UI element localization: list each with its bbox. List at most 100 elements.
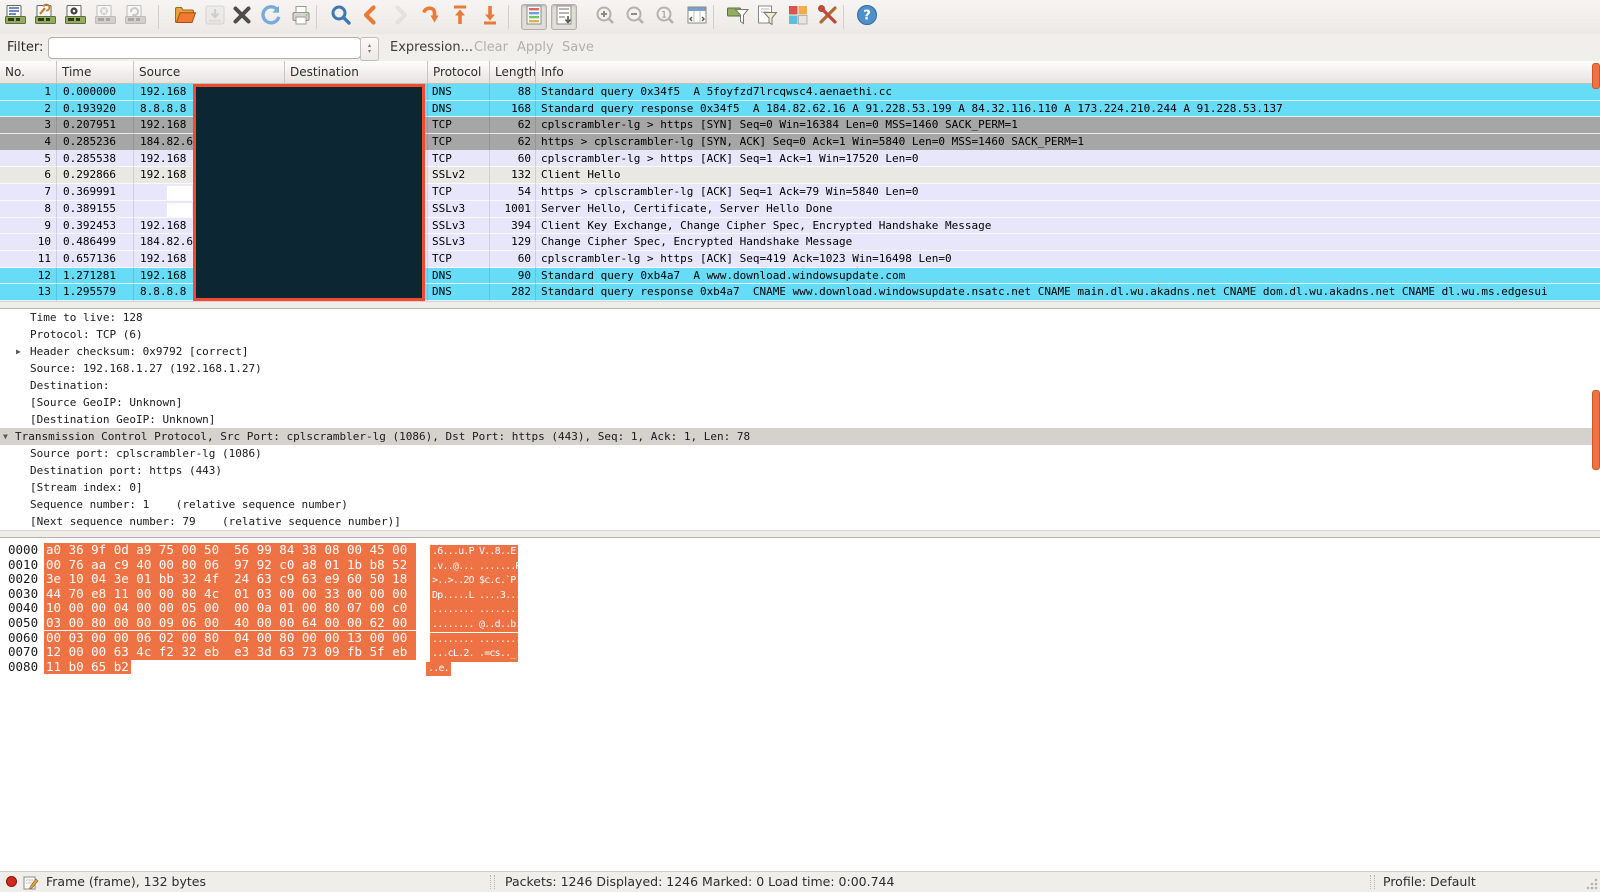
hex-row[interactable]: 0000a0 36 9f 0d a9 75 00 50 56 99 84 38 … — [0, 543, 1600, 558]
column-header-source[interactable]: Source — [134, 61, 285, 84]
capture-filter-button[interactable] — [725, 4, 751, 30]
start-capture-button[interactable] — [63, 4, 89, 30]
hex-bytes[interactable]: 44 70 e8 11 00 00 80 4c 01 03 00 00 33 0… — [44, 587, 416, 602]
detail-line[interactable]: Time to live: 128 — [0, 309, 1600, 326]
go-to-packet-icon — [418, 3, 442, 31]
hex-bytes[interactable]: 00 03 00 00 06 02 00 80 04 00 80 00 00 1… — [44, 631, 416, 646]
detail-line[interactable]: [Stream index: 0] — [0, 479, 1600, 496]
hex-row[interactable]: 003044 70 e8 11 00 00 80 4c 01 03 00 00 … — [0, 587, 1600, 602]
capture-filter-icon — [726, 3, 750, 31]
detail-line[interactable]: Sequence number: 1 (relative sequence nu… — [0, 496, 1600, 513]
colorize-icon — [522, 3, 546, 31]
capture-options-button[interactable] — [33, 4, 59, 30]
hex-bytes[interactable]: 11 b0 65 b2 — [44, 660, 131, 675]
detail-line[interactable]: ▶Header checksum: 0x9792 [correct] — [0, 343, 1600, 360]
hex-row[interactable]: 005003 00 80 00 00 09 06 00 40 00 00 64 … — [0, 616, 1600, 631]
cell-length: 62 — [490, 134, 536, 151]
filter-stepper[interactable]: ▴▾ — [360, 37, 379, 61]
pane-splitter[interactable] — [0, 301, 1600, 308]
hex-bytes[interactable]: 12 00 00 63 4c f2 32 eb e3 3d 63 73 09 f… — [44, 645, 416, 660]
hex-row[interactable]: 008011 b0 65 b2..e. — [0, 660, 1600, 675]
hex-bytes[interactable]: 00 76 aa c9 40 00 80 06 97 92 c0 a8 01 1… — [44, 558, 416, 573]
column-header-destination[interactable]: Destination — [285, 61, 428, 84]
cell-no: 2 — [0, 101, 57, 118]
go-to-packet-button[interactable] — [417, 4, 443, 30]
hex-bytes[interactable]: 10 00 00 04 00 00 05 00 00 0a 01 00 80 0… — [44, 601, 416, 616]
clear-button[interactable]: Clear — [474, 40, 508, 55]
zoom-out-button[interactable] — [622, 4, 648, 30]
zoom-in-button[interactable] — [592, 4, 618, 30]
detail-line[interactable]: Source: 192.168.1.27 (192.168.1.27) — [0, 360, 1600, 377]
hex-row[interactable]: 001000 76 aa c9 40 00 80 06 97 92 c0 a8 … — [0, 558, 1600, 573]
preferences-button[interactable] — [815, 4, 841, 30]
display-filter-button[interactable] — [754, 4, 780, 30]
zoom-100-button[interactable]: 1 — [652, 4, 678, 30]
save-filter-button[interactable]: Save — [562, 40, 594, 55]
cell-no: 7 — [0, 184, 57, 201]
colorize-button[interactable] — [521, 4, 547, 30]
column-header-no[interactable]: No. — [0, 61, 57, 84]
hex-bytes[interactable]: a0 36 9f 0d a9 75 00 50 56 99 84 38 08 0… — [44, 543, 416, 558]
autoscroll-button[interactable] — [551, 4, 577, 30]
coloring-rules-button[interactable] — [785, 4, 811, 30]
column-header-time[interactable]: Time — [57, 61, 134, 84]
column-header-info[interactable]: Info — [536, 61, 1600, 84]
detail-line[interactable]: [Next sequence number: 79 (relative sequ… — [0, 513, 1600, 530]
detail-line[interactable]: ▼Transmission Control Protocol, Src Port… — [0, 428, 1600, 445]
hex-row[interactable]: 004010 00 00 04 00 00 05 00 00 0a 01 00 … — [0, 601, 1600, 616]
detail-line[interactable]: Destination port: https (443) — [0, 462, 1600, 479]
reload-button[interactable] — [258, 4, 284, 30]
capture-comment-icon[interactable] — [23, 875, 39, 891]
go-back-button[interactable] — [358, 4, 384, 30]
svg-text:?: ? — [863, 9, 871, 24]
detail-line[interactable]: Destination: — [0, 377, 1600, 394]
cell-info: Standard query response 0xb4a7 CNAME www… — [536, 284, 1600, 301]
cell-info: Standard query response 0x34f5 A 184.82.… — [536, 101, 1600, 118]
cell-protocol: TCP — [428, 184, 490, 201]
detail-line[interactable]: [Source GeoIP: Unknown] — [0, 394, 1600, 411]
detail-line[interactable]: Protocol: TCP (6) — [0, 326, 1600, 343]
resize-grip[interactable] — [1586, 878, 1598, 890]
expander-open-icon[interactable]: ▼ — [3, 428, 8, 445]
help-button[interactable]: ? — [854, 4, 880, 30]
cell-no: 13 — [0, 284, 57, 301]
hex-bytes[interactable]: 3e 10 04 3e 01 bb 32 4f 24 63 c9 63 e9 6… — [44, 572, 416, 587]
hex-ascii[interactable]: ..e. — [426, 662, 451, 677]
go-to-bottom-icon — [478, 3, 502, 31]
cell-time: 0.285538 — [57, 151, 134, 168]
go-to-top-button[interactable] — [447, 4, 473, 30]
stop-capture-icon — [94, 3, 118, 31]
cell-time: 0.285236 — [57, 134, 134, 151]
find-packet-button[interactable] — [328, 4, 354, 30]
expander-closed-icon[interactable]: ▶ — [16, 343, 21, 360]
hex-offset: 0040 — [8, 601, 42, 616]
cell-length: 60 — [490, 151, 536, 168]
status-bar: Frame (frame), 132 bytes Packets: 1246 D… — [0, 871, 1600, 892]
cell-time: 1.295579 — [57, 284, 134, 301]
list-interfaces-button[interactable] — [3, 4, 29, 30]
expert-info-icon[interactable] — [6, 876, 17, 887]
zoom-100-icon: 1 — [653, 3, 677, 31]
column-header-length[interactable]: Length — [490, 61, 536, 84]
detail-text: Destination port: https (443) — [30, 462, 222, 479]
detail-line[interactable]: [Destination GeoIP: Unknown] — [0, 411, 1600, 428]
expression-button[interactable]: Expression... — [390, 40, 473, 55]
resize-columns-button[interactable] — [684, 4, 710, 30]
filter-input[interactable] — [48, 37, 361, 59]
close-file-button[interactable] — [229, 4, 255, 30]
hex-bytes[interactable]: 03 00 80 00 00 09 06 00 40 00 00 64 00 0… — [44, 616, 416, 631]
print-button[interactable] — [288, 4, 314, 30]
go-to-bottom-button[interactable] — [477, 4, 503, 30]
packet-list-scrollbar-thumb[interactable] — [1592, 63, 1600, 89]
open-file-button[interactable] — [172, 4, 198, 30]
hex-row[interactable]: 00203e 10 04 3e 01 bb 32 4f 24 63 c9 63 … — [0, 572, 1600, 587]
apply-button[interactable]: Apply — [517, 40, 554, 55]
hex-row[interactable]: 006000 03 00 00 06 02 00 80 04 00 80 00 … — [0, 631, 1600, 646]
details-scrollbar-thumb[interactable] — [1592, 390, 1600, 470]
cell-info: Client Key Exchange, Change Cipher Spec,… — [536, 218, 1600, 235]
pane-splitter[interactable] — [0, 530, 1600, 537]
detail-line[interactable]: Source port: cplscrambler-lg (1086) — [0, 445, 1600, 462]
column-header-protocol[interactable]: Protocol — [428, 61, 490, 84]
hex-row[interactable]: 007012 00 00 63 4c f2 32 eb e3 3d 63 73 … — [0, 645, 1600, 660]
list-interfaces-icon — [4, 3, 28, 31]
